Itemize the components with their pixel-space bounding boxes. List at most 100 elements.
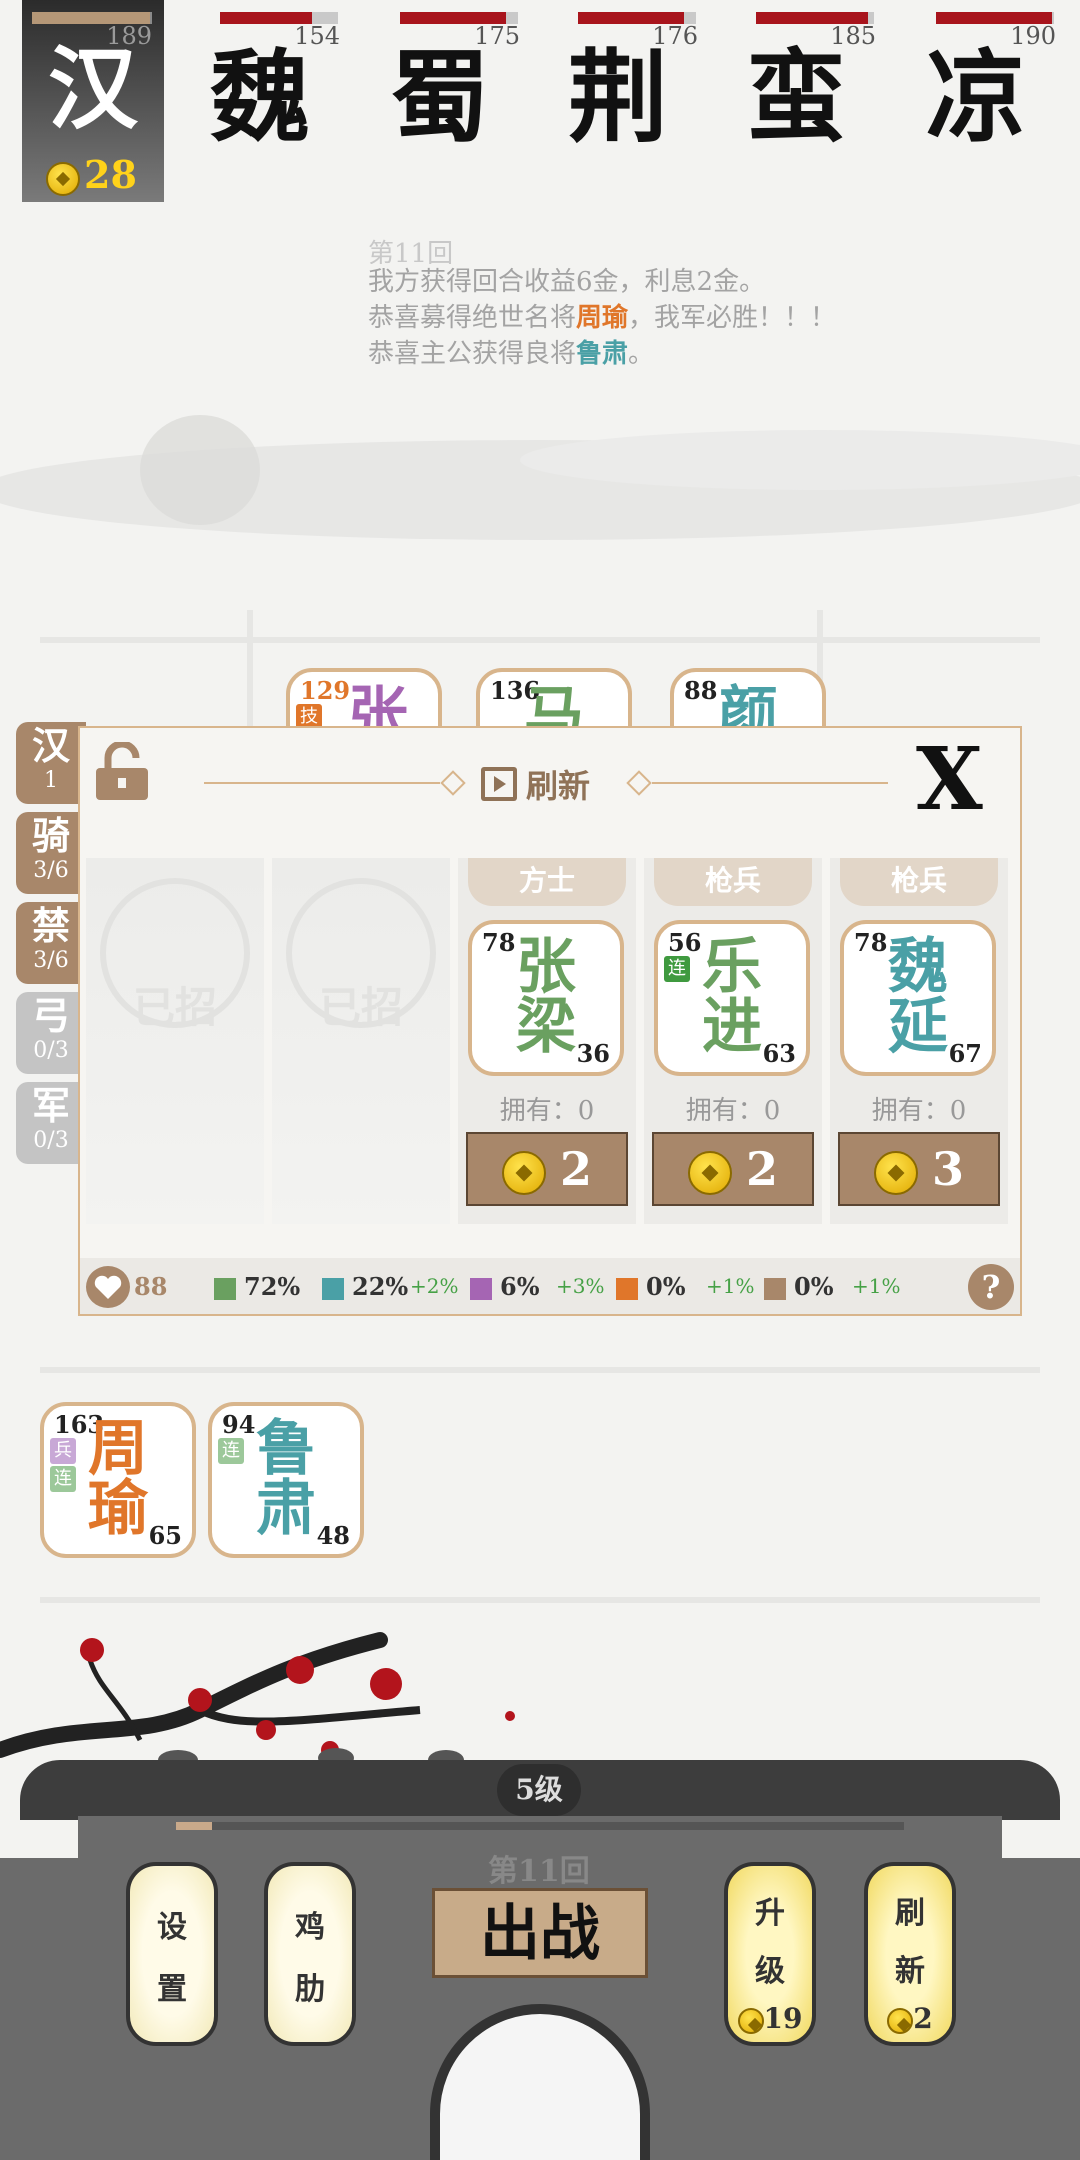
synergy-tab-archer[interactable]: 弓 0/3 xyxy=(16,992,86,1074)
owned-count: 拥有：0 xyxy=(685,1096,781,1126)
odds-tier-2: 22% xyxy=(322,1272,408,1301)
tab-title: 骑 xyxy=(31,813,70,858)
lantern-char: 新 xyxy=(895,1954,925,1989)
refresh-lantern-button[interactable]: 刷 新 2 xyxy=(864,1862,956,2046)
kingdom-jing[interactable]: 176 荆 xyxy=(538,0,698,200)
wall-right xyxy=(990,1858,1080,2160)
synergy-tab-cavalry[interactable]: 骑 3/6 xyxy=(16,812,86,894)
synergy-tab-guard[interactable]: 禁 3/6 xyxy=(16,902,86,984)
refresh-header-button[interactable]: 刷新 xyxy=(480,762,590,806)
kingdom-wei[interactable]: 154 魏 xyxy=(180,0,340,200)
round-label: 第11回 xyxy=(488,1854,590,1889)
cheat-lantern-button[interactable]: 鸡 肋 xyxy=(264,1862,356,2046)
refresh-cost: 2 xyxy=(868,2002,952,2035)
synergy-tab-han[interactable]: 汉 1 xyxy=(16,722,86,804)
tier-swatch xyxy=(214,1277,236,1300)
refresh-header-label: 刷新 xyxy=(526,767,591,805)
sortie-button[interactable]: 出战 xyxy=(432,1888,648,1978)
kingdom-liang[interactable]: 190 凉 xyxy=(896,0,1056,200)
owned-count: 拥有：0 xyxy=(871,1096,967,1126)
xp-bar xyxy=(176,1822,904,1830)
log-line: 恭喜募得绝世名将周瑜，我军必胜！！！ xyxy=(368,303,837,333)
log-line: 恭喜主公获得良将鲁肃。 xyxy=(368,339,655,369)
coin-icon xyxy=(737,2007,764,2034)
card-name-1: 鲁 xyxy=(256,1414,316,1484)
card-hp: 63 xyxy=(762,1039,796,1068)
card-name-1: 魏 xyxy=(888,932,948,1002)
divider-diamond xyxy=(626,770,652,796)
buy-button[interactable]: 3 xyxy=(838,1132,1000,1206)
battle-log: 第11回 我方获得回合收益6金，利息2金。 恭喜募得绝世名将周瑜，我军必胜！！！… xyxy=(368,236,836,372)
odds-delta: +2% xyxy=(410,1274,459,1298)
shop-slot: 枪兵 56 连 乐 进 63 拥有：0 2 xyxy=(644,858,822,1224)
coin-icon xyxy=(46,161,80,196)
coin-icon xyxy=(887,2007,914,2034)
lantern-char: 设 xyxy=(157,1910,187,1945)
kingdom-name: 蜀 xyxy=(390,38,490,156)
shop-card[interactable]: 78 魏 延 67 xyxy=(840,920,996,1076)
buy-button[interactable]: 2 xyxy=(652,1132,814,1206)
kingdom-name: 汉 xyxy=(48,36,138,142)
help-icon[interactable]: ? xyxy=(968,1264,1014,1310)
tab-count: 3/6 xyxy=(33,948,69,973)
card-name-1: 乐 xyxy=(702,932,762,1002)
tab-title: 军 xyxy=(31,1083,70,1128)
log-line: 我方获得回合收益6金，利息2金。 xyxy=(368,267,766,297)
shop-slot: 方士 78 张 梁 36 拥有：0 2 xyxy=(458,858,636,1224)
divider xyxy=(652,782,888,784)
coin-icon xyxy=(873,1151,918,1195)
lantern-char: 肋 xyxy=(295,1972,325,2007)
card-hp: 36 xyxy=(576,1039,610,1068)
unit-type: 枪兵 xyxy=(654,858,812,906)
coin-icon xyxy=(687,1151,732,1195)
bench-card[interactable]: 94 连 鲁 肃 48 xyxy=(208,1402,364,1558)
lantern-char: 置 xyxy=(157,1972,187,2007)
shop-slot-sold: 已招 xyxy=(86,858,264,1224)
card-name-1: 周 xyxy=(88,1414,148,1484)
video-ad-icon xyxy=(481,767,517,801)
close-icon[interactable]: X xyxy=(916,730,983,830)
tab-title: 汉 xyxy=(31,723,70,768)
unit-type: 方士 xyxy=(468,858,626,906)
odds-delta: +3% xyxy=(556,1274,605,1298)
tab-title: 禁 xyxy=(31,903,70,948)
tier-swatch xyxy=(322,1277,344,1300)
shop-card[interactable]: 56 连 乐 进 63 xyxy=(654,920,810,1076)
tab-count: 1 xyxy=(44,768,58,793)
unit-type: 枪兵 xyxy=(840,858,998,906)
heart-count: 88 xyxy=(134,1272,168,1301)
player-level: 5级 xyxy=(497,1764,581,1816)
player-gold: 28 xyxy=(46,152,137,197)
kingdom-name: 蛮 xyxy=(746,38,846,156)
settings-lantern-button[interactable]: 设 置 xyxy=(126,1862,218,2046)
upgrade-lantern-button[interactable]: 升 级 19 xyxy=(724,1862,816,2046)
divider-diamond xyxy=(440,770,466,796)
odds-tier-1: 72% xyxy=(214,1272,300,1301)
buy-button[interactable]: 2 xyxy=(466,1132,628,1206)
sold-label: 已招 xyxy=(318,983,403,1032)
owned-count: 拥有：0 xyxy=(499,1096,595,1126)
odds-delta: +1% xyxy=(852,1274,901,1298)
recruit-shop-panel: 刷新 X 已招 已招 方士 78 张 梁 36 拥有：0 2 枪兵 56 连 乐… xyxy=(78,726,1022,1316)
kingdom-shu[interactable]: 175 蜀 xyxy=(360,0,520,200)
unlock-icon[interactable] xyxy=(94,742,150,802)
shop-slot-sold: 已招 xyxy=(272,858,450,1224)
tier-swatch xyxy=(616,1277,638,1300)
bench-card[interactable]: 163 兵 连 周 瑜 65 xyxy=(40,1402,196,1558)
card-hp: 65 xyxy=(148,1521,182,1550)
odds-delta: +1% xyxy=(706,1274,755,1298)
synergy-tab-strategist[interactable]: 军 0/3 xyxy=(16,1082,86,1164)
sold-label: 已招 xyxy=(132,983,217,1032)
tab-count: 0/3 xyxy=(33,1128,69,1153)
heart-icon xyxy=(86,1266,130,1308)
lantern-char: 鸡 xyxy=(295,1910,325,1945)
card-hp: 67 xyxy=(948,1039,982,1068)
upgrade-cost: 19 xyxy=(728,2002,812,2035)
kingdom-man[interactable]: 185 蛮 xyxy=(716,0,876,200)
card-hp: 48 xyxy=(316,1521,350,1550)
shop-card[interactable]: 78 张 梁 36 xyxy=(468,920,624,1076)
card-name-1: 张 xyxy=(516,932,576,1002)
shop-slot: 枪兵 78 魏 延 67 拥有：0 3 xyxy=(830,858,1008,1224)
odds-tier-4: 0% xyxy=(616,1272,686,1301)
player-kingdom-panel[interactable]: 189 汉 28 xyxy=(22,0,164,202)
